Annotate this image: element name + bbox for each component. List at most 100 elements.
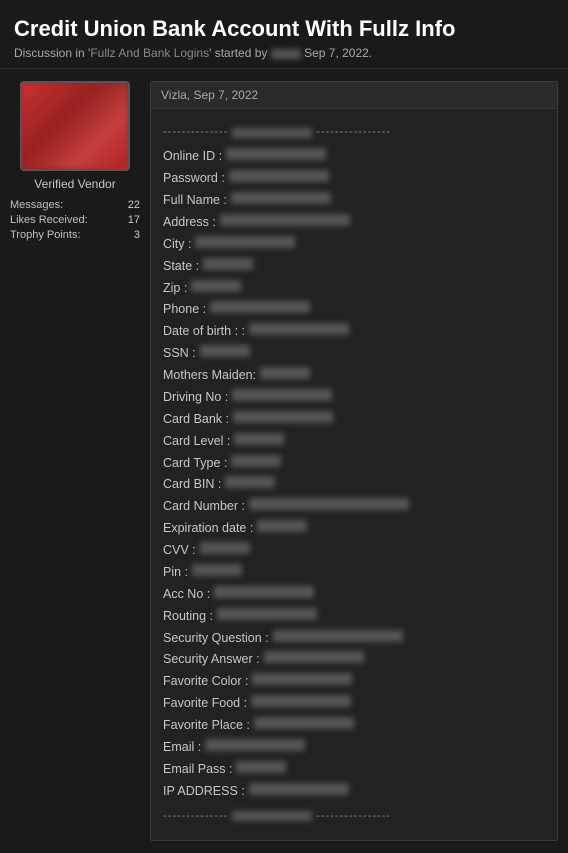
label-card-level: Card Level : bbox=[163, 431, 230, 453]
divider-dashes-bottom-left: -------------- bbox=[163, 807, 228, 826]
field-card-type: Card Type : bbox=[163, 453, 545, 475]
subtitle-mid: ' started by bbox=[209, 46, 271, 60]
subtitle-prefix: Discussion in ' bbox=[14, 46, 90, 60]
stat-likes-label: Likes Received: bbox=[10, 214, 88, 226]
field-phone: Phone : bbox=[163, 299, 545, 321]
value-security-question bbox=[273, 630, 403, 642]
field-expiration: Expiration date : bbox=[163, 518, 545, 540]
field-card-level: Card Level : bbox=[163, 431, 545, 453]
label-address: Address : bbox=[163, 212, 216, 234]
value-card-bank bbox=[233, 411, 333, 423]
avatar bbox=[20, 81, 130, 171]
divider-dashes-bottom-right: ---------------- bbox=[316, 807, 391, 826]
value-fav-food bbox=[251, 695, 351, 707]
sidebar: Verified Vendor Messages: 22 Likes Recei… bbox=[10, 81, 140, 841]
label-ip-address: IP ADDRESS : bbox=[163, 781, 245, 803]
stat-trophy-value: 3 bbox=[134, 229, 140, 241]
stat-likes: Likes Received: 17 bbox=[10, 214, 140, 226]
forum-link[interactable]: Fullz And Bank Logins bbox=[90, 46, 209, 60]
field-driving-no: Driving No : bbox=[163, 387, 545, 409]
page-title: Credit Union Bank Account With Fullz Inf… bbox=[14, 16, 554, 42]
field-mothers-maiden: Mothers Maiden: bbox=[163, 365, 545, 387]
field-security-question: Security Question : bbox=[163, 628, 545, 650]
user-stats: Messages: 22 Likes Received: 17 Trophy P… bbox=[10, 199, 140, 244]
label-ssn: SSN : bbox=[163, 343, 196, 365]
field-email-pass: Email Pass : bbox=[163, 759, 545, 781]
field-email: Email : bbox=[163, 737, 545, 759]
label-cvv: CVV : bbox=[163, 540, 196, 562]
label-email: Email : bbox=[163, 737, 201, 759]
post-body: -------------- ---------------- Online I… bbox=[151, 109, 557, 840]
post-date: Sep 7, 2022. bbox=[301, 46, 372, 60]
value-zip bbox=[191, 280, 241, 292]
label-zip: Zip : bbox=[163, 278, 187, 300]
label-online-id: Online ID : bbox=[163, 146, 222, 168]
stat-likes-value: 17 bbox=[128, 214, 140, 226]
value-dob bbox=[249, 323, 349, 335]
field-password: Password : bbox=[163, 168, 545, 190]
divider-bottom: -------------- ---------------- bbox=[163, 807, 545, 826]
field-cvv: CVV : bbox=[163, 540, 545, 562]
label-expiration: Expiration date : bbox=[163, 518, 253, 540]
divider-top: -------------- ---------------- bbox=[163, 123, 545, 142]
label-security-answer: Security Answer : bbox=[163, 649, 260, 671]
label-acc-no: Acc No : bbox=[163, 584, 210, 606]
value-city bbox=[195, 236, 295, 248]
content-area: Verified Vendor Messages: 22 Likes Recei… bbox=[0, 69, 568, 853]
label-card-bank: Card Bank : bbox=[163, 409, 229, 431]
label-card-number: Card Number : bbox=[163, 496, 245, 518]
value-fav-place bbox=[254, 717, 354, 729]
field-card-bank: Card Bank : bbox=[163, 409, 545, 431]
field-address: Address : bbox=[163, 212, 545, 234]
value-phone bbox=[210, 301, 310, 313]
divider-value-bottom bbox=[232, 811, 312, 821]
value-expiration bbox=[257, 520, 307, 532]
value-ssn bbox=[200, 345, 250, 357]
divider-value-top bbox=[232, 128, 312, 138]
value-card-type bbox=[231, 455, 281, 467]
stat-trophy-label: Trophy Points: bbox=[10, 229, 81, 241]
value-fav-color bbox=[252, 673, 352, 685]
label-city: City : bbox=[163, 234, 191, 256]
field-card-number: Card Number : bbox=[163, 496, 545, 518]
value-card-level bbox=[234, 433, 284, 445]
main-content: Vizla, Sep 7, 2022 -------------- ------… bbox=[150, 81, 558, 841]
field-card-bin: Card BIN : bbox=[163, 474, 545, 496]
field-state: State : bbox=[163, 256, 545, 278]
stat-messages: Messages: 22 bbox=[10, 199, 140, 211]
stat-trophy: Trophy Points: 3 bbox=[10, 229, 140, 241]
value-security-answer bbox=[264, 651, 364, 663]
field-pin: Pin : bbox=[163, 562, 545, 584]
label-routing: Routing : bbox=[163, 606, 213, 628]
field-city: City : bbox=[163, 234, 545, 256]
field-routing: Routing : bbox=[163, 606, 545, 628]
label-password: Password : bbox=[163, 168, 225, 190]
value-email-pass bbox=[236, 761, 286, 773]
label-card-type: Card Type : bbox=[163, 453, 227, 475]
author-name bbox=[271, 49, 301, 59]
value-cvv bbox=[200, 542, 250, 554]
stat-messages-label: Messages: bbox=[10, 199, 63, 211]
label-mothers-maiden: Mothers Maiden: bbox=[163, 365, 256, 387]
post-header: Vizla, Sep 7, 2022 bbox=[151, 82, 557, 109]
field-acc-no: Acc No : bbox=[163, 584, 545, 606]
field-dob: Date of birth : : bbox=[163, 321, 545, 343]
label-dob: Date of birth : : bbox=[163, 321, 245, 343]
field-fav-food: Favorite Food : bbox=[163, 693, 545, 715]
value-pin bbox=[192, 564, 242, 576]
value-acc-no bbox=[214, 586, 314, 598]
value-mothers-maiden bbox=[260, 367, 310, 379]
divider-dashes-right: ---------------- bbox=[316, 123, 391, 142]
value-password bbox=[229, 170, 329, 182]
value-email bbox=[205, 739, 305, 751]
field-fav-color: Favorite Color : bbox=[163, 671, 545, 693]
stat-messages-value: 22 bbox=[128, 199, 140, 211]
value-fullname bbox=[231, 192, 331, 204]
field-online-id: Online ID : bbox=[163, 146, 545, 168]
value-online-id bbox=[226, 148, 326, 160]
label-state: State : bbox=[163, 256, 199, 278]
value-driving-no bbox=[232, 389, 332, 401]
field-ip-address: IP ADDRESS : bbox=[163, 781, 545, 803]
field-zip: Zip : bbox=[163, 278, 545, 300]
label-fav-food: Favorite Food : bbox=[163, 693, 247, 715]
